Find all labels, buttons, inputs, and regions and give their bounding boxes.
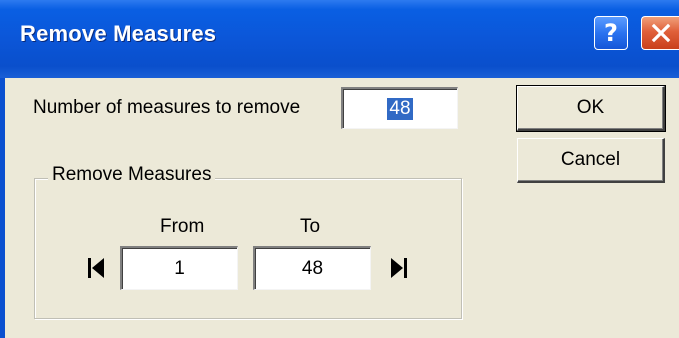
from-label: From: [160, 216, 205, 237]
number-of-measures-label: Number of measures to remove: [33, 97, 301, 118]
ok-button[interactable]: OK: [516, 85, 666, 132]
cancel-button[interactable]: Cancel: [517, 138, 665, 183]
help-icon: ?: [604, 19, 618, 47]
remove-measures-group-title: Remove Measures: [48, 164, 216, 186]
number-of-measures-input[interactable]: 48: [341, 87, 458, 129]
go-to-last-icon[interactable]: [390, 257, 408, 279]
number-of-measures-value: 48: [387, 97, 413, 120]
close-icon: [651, 23, 670, 43]
window-title: Remove Measures: [20, 21, 217, 46]
window-frame-left: [0, 78, 5, 338]
close-button[interactable]: [641, 16, 679, 50]
to-label: To: [300, 216, 321, 237]
from-input[interactable]: 1: [120, 246, 238, 290]
to-input[interactable]: 48: [253, 246, 371, 290]
title-bar[interactable]: Remove Measures ?: [0, 0, 679, 78]
go-to-first-icon[interactable]: [87, 257, 105, 279]
help-button[interactable]: ?: [594, 16, 628, 50]
remove-measures-group: [34, 178, 462, 319]
